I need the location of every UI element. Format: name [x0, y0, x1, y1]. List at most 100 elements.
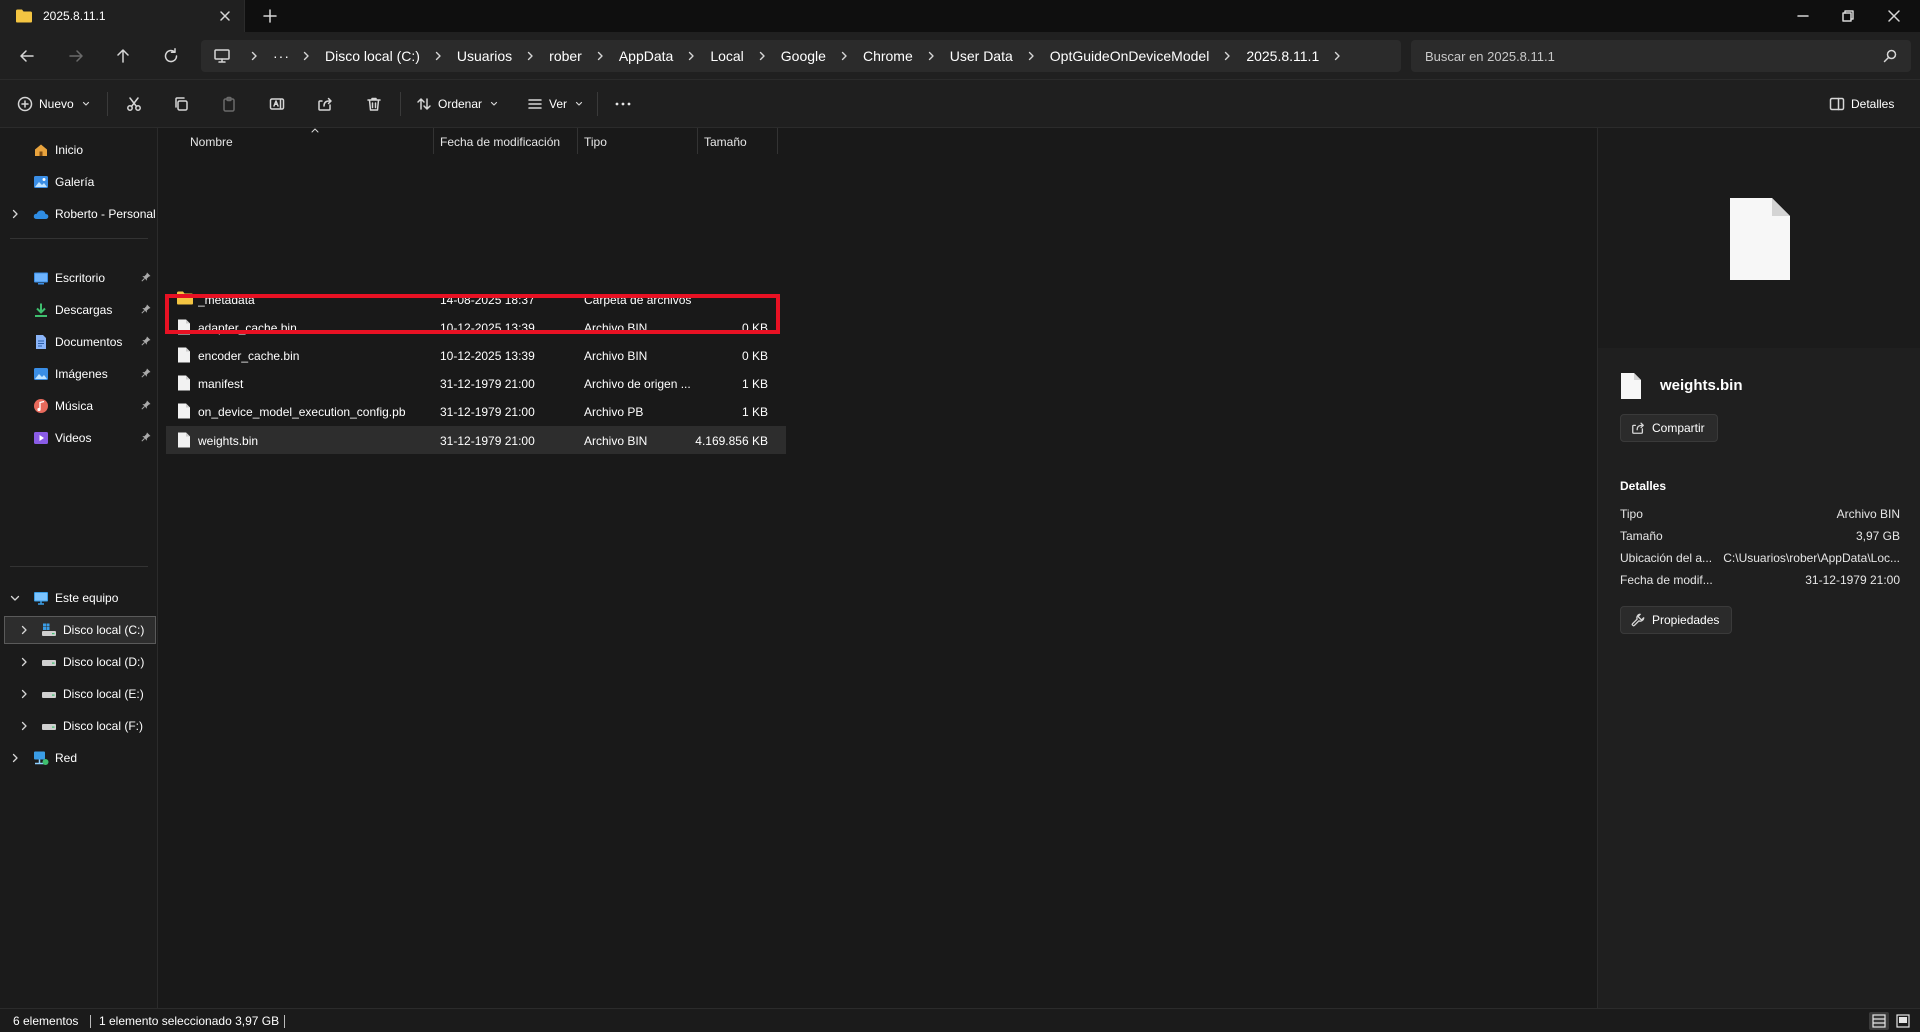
drive-icon — [41, 686, 57, 702]
sidebar-item-label: Inicio — [55, 143, 84, 157]
restore-icon[interactable] — [1840, 8, 1856, 24]
column-header-type[interactable]: Tipo — [578, 128, 698, 154]
up-icon[interactable] — [114, 47, 132, 65]
close-tab-icon[interactable] — [218, 9, 232, 23]
forward-icon[interactable] — [67, 47, 85, 65]
breadcrumb-item[interactable]: User Data — [940, 48, 1023, 64]
new-tab-icon[interactable] — [262, 8, 278, 24]
breadcrumb-item[interactable]: 2025.8.11.1 — [1236, 48, 1329, 64]
sidebar-item-descargas[interactable]: Descargas — [0, 297, 158, 323]
search-input[interactable]: Buscar en 2025.8.11.1 — [1411, 40, 1911, 72]
view-button[interactable]: Ver — [527, 80, 583, 128]
new-button[interactable]: Nuevo — [17, 80, 90, 128]
more-options-icon[interactable] — [614, 96, 632, 112]
column-header-name[interactable]: Nombre — [166, 128, 434, 154]
chevron-right-icon[interactable] — [592, 51, 609, 61]
cut-icon[interactable] — [126, 96, 142, 112]
highlight-annotation — [165, 294, 780, 334]
table-row[interactable]: on_device_model_execution_config.pb 31-1… — [166, 397, 786, 425]
pin-icon[interactable] — [141, 336, 151, 346]
chevron-right-icon[interactable] — [683, 51, 700, 61]
more-crumbs-icon[interactable]: ··· — [263, 48, 298, 64]
properties-button[interactable]: Propiedades — [1620, 606, 1733, 634]
new-label: Nuevo — [39, 97, 74, 111]
sidebar-item-galeria[interactable]: Galería — [0, 169, 158, 195]
table-row[interactable]: manifest 31-12-1979 21:00 Archivo de ori… — [166, 369, 786, 397]
sidebar-item-inicio[interactable]: Inicio — [0, 137, 158, 163]
breadcrumb-item[interactable]: Google — [771, 48, 836, 64]
desktop-icon — [33, 270, 49, 286]
sidebar-item-drive-e[interactable]: Disco local (E:) — [0, 681, 158, 707]
pin-icon[interactable] — [141, 400, 151, 410]
breadcrumb-item[interactable]: rober — [539, 48, 592, 64]
pin-icon[interactable] — [141, 368, 151, 378]
view-label: Ver — [549, 97, 568, 111]
file-name: encoder_cache.bin — [198, 349, 300, 363]
sidebar-item-documentos[interactable]: Documentos — [0, 329, 158, 355]
sidebar-item-drive-f[interactable]: Disco local (F:) — [0, 713, 158, 739]
breadcrumb-item[interactable]: AppData — [609, 48, 683, 64]
details-toggle-button[interactable]: Detalles — [1829, 80, 1894, 128]
address-bar[interactable]: ··· Disco local (C:) Usuarios rober AppData L… — [201, 40, 1401, 72]
breadcrumb-item[interactable]: Disco local (C:) — [315, 48, 430, 64]
breadcrumb-item[interactable]: Local — [700, 48, 753, 64]
sidebar-item-imagenes[interactable]: Imágenes — [0, 361, 158, 387]
chevron-right-icon[interactable] — [1329, 51, 1346, 61]
chevron-right-icon[interactable] — [298, 51, 315, 61]
sidebar-item-musica[interactable]: Música — [0, 393, 158, 419]
column-header-row: Nombre Fecha de modificación Tipo Tamaño — [166, 128, 786, 154]
sidebar-item-drive-c[interactable]: Disco local (C:) — [4, 616, 156, 644]
column-header-modified[interactable]: Fecha de modificación — [434, 128, 578, 154]
back-icon[interactable] — [18, 47, 36, 65]
share-button[interactable]: Compartir — [1620, 414, 1718, 442]
status-bar: 6 elementos 1 elemento seleccionado 3,97… — [0, 1008, 1920, 1032]
chevron-right-icon[interactable] — [246, 51, 263, 61]
sidebar-item-este-equipo[interactable]: Este equipo — [0, 585, 158, 611]
copy-icon[interactable] — [173, 96, 189, 112]
large-icons-view-icon[interactable] — [1893, 1012, 1913, 1030]
pin-icon[interactable] — [141, 432, 151, 442]
sidebar-item-escritorio[interactable]: Escritorio — [0, 265, 158, 291]
delete-icon[interactable] — [366, 96, 382, 112]
chevron-right-icon[interactable] — [10, 209, 20, 219]
minimize-icon[interactable] — [1795, 8, 1811, 24]
chevron-right-icon[interactable] — [19, 657, 29, 667]
table-row-selected[interactable]: weights.bin 31-12-1979 21:00 Archivo BIN… — [166, 426, 786, 454]
wrench-icon — [1631, 613, 1645, 627]
sidebar-item-red[interactable]: Red — [0, 745, 158, 771]
documents-icon — [33, 334, 49, 350]
pin-icon[interactable] — [141, 272, 151, 282]
chevron-down-icon[interactable] — [10, 593, 20, 603]
detail-row: Tipo Archivo BIN — [1620, 507, 1900, 523]
paste-icon[interactable] — [221, 96, 237, 112]
sidebar-item-onedrive[interactable]: Roberto - Personal — [0, 201, 158, 227]
breadcrumb-item[interactable]: Usuarios — [447, 48, 522, 64]
details-view-icon[interactable] — [1869, 1012, 1889, 1030]
window-tab[interactable]: 2025.8.11.1 — [0, 0, 245, 32]
chevron-right-icon[interactable] — [923, 51, 940, 61]
chevron-right-icon[interactable] — [1023, 51, 1040, 61]
close-window-icon[interactable] — [1886, 8, 1902, 24]
sidebar-item-drive-d[interactable]: Disco local (D:) — [0, 649, 158, 675]
sidebar-item-videos[interactable]: Videos — [0, 425, 158, 451]
breadcrumb-item[interactable]: Chrome — [853, 48, 923, 64]
column-header-size[interactable]: Tamaño — [698, 128, 778, 154]
table-row[interactable]: encoder_cache.bin 10-12-2025 13:39 Archi… — [166, 341, 786, 369]
chevron-right-icon[interactable] — [19, 689, 29, 699]
chevron-right-icon[interactable] — [1219, 51, 1236, 61]
detail-value: Archivo BIN — [1836, 507, 1900, 521]
breadcrumb-item[interactable]: OptGuideOnDeviceModel — [1040, 48, 1220, 64]
chevron-right-icon[interactable] — [754, 51, 771, 61]
chevron-right-icon[interactable] — [10, 753, 20, 763]
chevron-right-icon[interactable] — [522, 51, 539, 61]
chevron-right-icon[interactable] — [19, 625, 29, 635]
chevron-right-icon[interactable] — [430, 51, 447, 61]
sort-button[interactable]: Ordenar — [416, 80, 498, 128]
refresh-icon[interactable] — [162, 47, 180, 65]
rename-icon[interactable] — [269, 96, 285, 112]
chevron-right-icon[interactable] — [836, 51, 853, 61]
title-bar: 2025.8.11.1 — [0, 0, 1920, 32]
chevron-right-icon[interactable] — [19, 721, 29, 731]
share-icon[interactable] — [317, 96, 333, 112]
pin-icon[interactable] — [141, 304, 151, 314]
